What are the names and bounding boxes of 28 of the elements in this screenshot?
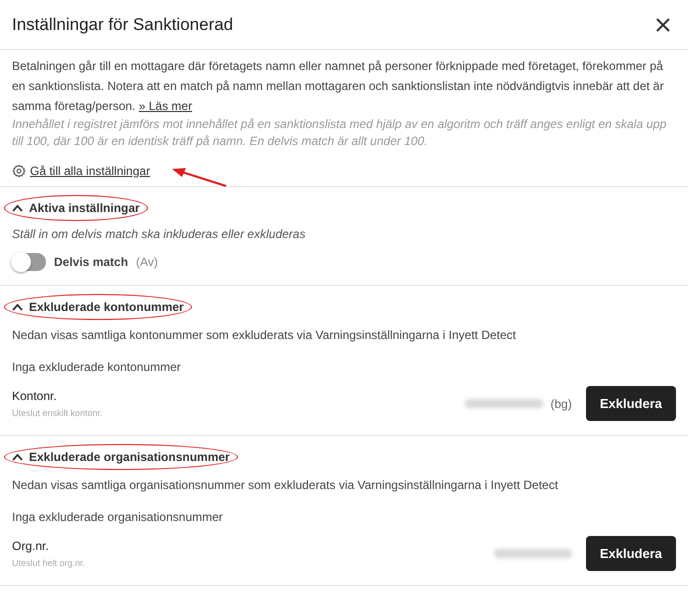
field-label: Org.nr.: [12, 539, 50, 553]
close-icon[interactable]: [656, 18, 670, 32]
toggle-switch[interactable]: [12, 253, 46, 271]
toggle-label: Delvis match: [54, 255, 128, 269]
all-settings-link[interactable]: Gå till alla inställningar: [30, 164, 150, 178]
empty-message: Inga exkluderade kontonummer: [12, 360, 182, 374]
chevron-up-icon[interactable]: [12, 204, 23, 212]
section-hint: Ställ in om delvis match ska inkluderas eller exkluderas: [12, 227, 306, 241]
chevron-up-icon[interactable]: [12, 453, 23, 461]
read-more-link[interactable]: » Läs mer: [138, 99, 192, 113]
section-description: Nedan visas samtliga organisationsnummer som exkluderats via Varningsinställningarna i Inyett Detect: [12, 478, 560, 492]
field-label: Kontonr.: [12, 389, 58, 403]
section-description: Nedan visas samtliga kontonummer som exkluderats via Varningsinställningarna i Inyett Detect: [12, 328, 518, 342]
field-hint: Uteslut enskilt kontonr.: [12, 408, 104, 418]
exclude-button[interactable]: Exkludera: [586, 386, 676, 421]
settings-icon[interactable]: [12, 164, 26, 178]
field-hint: Uteslut helt org.nr.: [12, 558, 86, 568]
window-title: Inställningar för Sanktionerad: [12, 14, 234, 34]
toggle-state: (Av): [136, 255, 158, 269]
exclude-button[interactable]: Exkludera: [586, 536, 676, 571]
description-paragraph: Betalningen går till en mottagare där företagets namn eller namnet på personer förknippade med företaget, förekommer på en sanktionslista. Notera att en match på namn mellan mottagaren och sanktionslistan inte nödvändigtvis innebär att det är samma företag/person. » Läs mer: [12, 58, 665, 115]
empty-message: Inga exkluderade organisationsnummer: [12, 510, 224, 524]
section-title[interactable]: Aktiva inställningar: [29, 201, 140, 215]
section-title[interactable]: Exkluderade kontonummer: [29, 300, 184, 314]
value-suffix: (bg): [550, 396, 572, 410]
info-note: Innehållet i registret jämförs mot innehållet på en sanktionslista med hjälp av en algoritm och träff anges enligt en skala upp till 100, där 100 är en identisk träff på namn. En delvis match är allt under 100.: [12, 116, 668, 150]
section-title[interactable]: Exkluderade organisationsnummer: [29, 450, 230, 464]
chevron-up-icon[interactable]: [12, 303, 23, 311]
